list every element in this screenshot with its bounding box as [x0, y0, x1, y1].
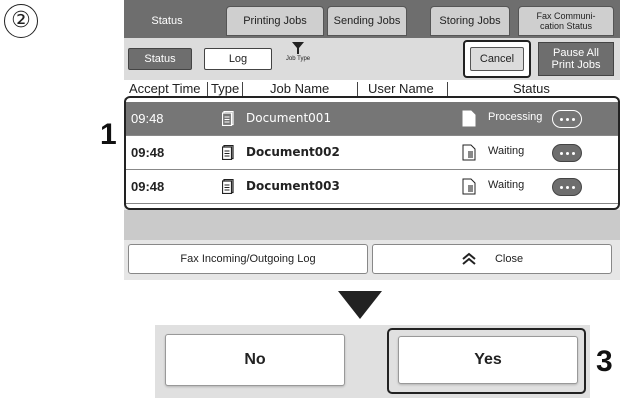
callout-3: 3 [596, 345, 613, 378]
more-options-icon[interactable] [552, 110, 582, 128]
waiting-status-icon [462, 144, 476, 161]
col-accept-time: Accept Time [129, 81, 201, 96]
confirm-dialog: No Yes [155, 325, 590, 398]
document-type-icon [222, 145, 234, 160]
job-accept-time: 09:48 [131, 145, 165, 160]
job-list: 09:48 Document001 Processing 09:48 Docum… [124, 96, 620, 210]
status-view-button[interactable]: Status [128, 48, 192, 70]
tab-fax-communication-status[interactable]: Fax Communi- cation Status [518, 6, 614, 36]
callout-1: 1 [100, 118, 117, 151]
job-row[interactable]: 09:48 Document002 Waiting [126, 136, 618, 170]
close-label: Close [494, 253, 524, 265]
waiting-status-icon [462, 178, 476, 195]
log-view-button[interactable]: Log [204, 48, 272, 70]
col-user-name: User Name [368, 81, 434, 96]
fax-log-button[interactable]: Fax Incoming/Outgoing Log [128, 244, 368, 274]
close-button[interactable]: Close [372, 244, 612, 274]
cancel-highlight: Cancel [463, 40, 531, 78]
job-accept-time: 09:48 [131, 179, 165, 194]
job-row[interactable]: 09:48 Document003 Waiting [126, 170, 618, 204]
processing-status-icon [462, 110, 476, 127]
col-type: Type [211, 81, 240, 96]
tab-printing-jobs[interactable]: Printing Jobs [226, 6, 324, 36]
job-accept-time: 09:48 [131, 111, 164, 126]
double-chevron-up-icon [462, 252, 476, 265]
more-options-icon[interactable] [552, 178, 582, 196]
job-status: Waiting [488, 179, 525, 191]
job-type-label: Job Type [285, 56, 311, 62]
document-type-icon [222, 111, 234, 126]
pause-all-print-jobs-button[interactable]: Pause All Print Jobs [538, 42, 614, 76]
job-status-panel: Status Printing Jobs Sending Jobs Storin… [124, 0, 620, 280]
sub-toolbar: Status Log Job Type Cancel Pause All Pri… [124, 38, 620, 80]
yes-button[interactable]: Yes [398, 336, 578, 384]
job-row[interactable]: 09:48 Document001 Processing [126, 102, 618, 136]
tab-storing-jobs[interactable]: Storing Jobs [430, 6, 510, 36]
tab-bar: Status Printing Jobs Sending Jobs Storin… [124, 0, 620, 38]
col-status: Status [513, 81, 550, 96]
job-name: Document003 [246, 179, 340, 193]
filter-icon [292, 42, 304, 54]
document-type-icon [222, 179, 234, 194]
more-options-icon[interactable] [552, 144, 582, 162]
tab-sending-jobs[interactable]: Sending Jobs [327, 6, 407, 36]
job-name: Document001 [246, 111, 332, 125]
down-arrow-icon [338, 291, 382, 319]
no-button[interactable]: No [165, 334, 345, 386]
bottom-bar: Fax Incoming/Outgoing Log Close [124, 240, 620, 280]
col-job-name: Job Name [270, 81, 330, 96]
list-empty-area [124, 210, 620, 240]
job-status: Processing [488, 111, 543, 123]
step-number-marker: ② [4, 4, 38, 38]
tab-status[interactable]: Status [130, 6, 204, 36]
job-type-filter-button[interactable]: Job Type [274, 42, 322, 76]
job-name: Document002 [246, 145, 340, 159]
cancel-button[interactable]: Cancel [470, 47, 524, 71]
job-status: Waiting [488, 145, 525, 157]
